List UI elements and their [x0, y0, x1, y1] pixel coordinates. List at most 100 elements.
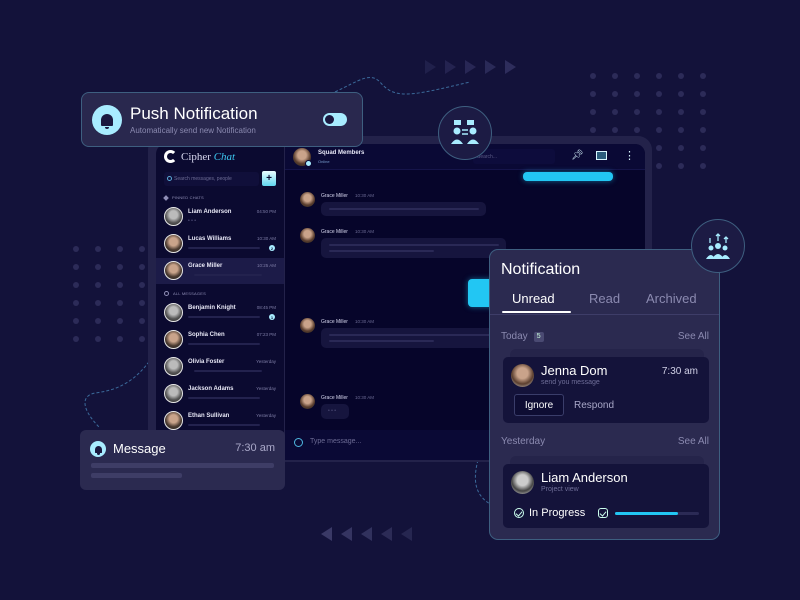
push-notification-toggle[interactable] — [323, 113, 347, 126]
sender-name: Grace Miller — [321, 229, 348, 235]
notification-time: 7:30 am — [661, 366, 698, 377]
pin-icon — [163, 194, 169, 201]
team-exchange-icon — [438, 106, 492, 160]
contact-time: 04:50 PM — [256, 209, 276, 214]
message-toast: Message 7:30 am — [80, 430, 285, 490]
avatar — [300, 228, 315, 243]
contact-item[interactable]: Benjamin Knight 08:45 PM 1 — [156, 300, 284, 326]
contact-time: 08:45 PM — [256, 305, 276, 310]
toast-preview-bar — [91, 463, 274, 468]
contact-time: Yesterday — [256, 413, 276, 418]
tab-archived[interactable]: Archived — [646, 291, 697, 306]
contact-time: 10:30 AM — [256, 236, 276, 241]
progress-fill — [615, 512, 678, 515]
avatar — [164, 357, 183, 376]
notification-text: Project view — [541, 486, 579, 493]
image-icon[interactable] — [596, 151, 607, 160]
checkbox-icon — [598, 508, 608, 518]
push-subtitle: Automatically send new Notification — [130, 126, 256, 135]
status-label: In Progress — [529, 507, 586, 519]
contact-name: Sophia Chen — [188, 332, 225, 338]
contact-item[interactable]: Liam Anderson 04:50 PM • • • — [156, 204, 284, 230]
bell-icon — [92, 105, 122, 135]
divider — [490, 314, 719, 315]
see-all-today-link[interactable]: See All — [678, 331, 709, 342]
unread-badge: 2 — [269, 245, 275, 251]
avatar — [300, 318, 315, 333]
sender-name: Grace Miller — [321, 193, 348, 199]
message-preview-bar — [188, 424, 260, 426]
contact-name: Grace Miller — [188, 263, 223, 269]
message-time: 10:30 AM — [355, 229, 375, 234]
message-preview-bar — [194, 370, 262, 372]
message-time: 10:30 AM — [355, 395, 375, 400]
avatar — [300, 192, 315, 207]
brand-accent: Chat — [213, 150, 236, 163]
message-preview-bar — [188, 316, 260, 318]
pinned-chats-label: PINNED CHATS — [163, 194, 204, 201]
sidebar-search-input[interactable]: Search messages, people — [164, 172, 259, 186]
contact-item[interactable]: Olivia Foster Yesterday — [156, 354, 284, 380]
contact-item[interactable]: Lucas Williams 10:30 AM 2 — [156, 231, 284, 257]
see-all-yesterday-link[interactable]: See All — [678, 436, 709, 447]
incoming-message: Grace Miller 10:30 AM — [300, 192, 500, 222]
avatar — [164, 303, 183, 322]
avatar — [164, 411, 183, 430]
message-time: 10:30 AM — [355, 319, 375, 324]
message-preview-bar — [188, 397, 260, 399]
search-icon — [167, 176, 172, 181]
brand-primary: Cipher — [181, 150, 211, 163]
push-notification-card: Push Notification Automatically send new… — [81, 92, 363, 147]
contact-name: Lucas Williams — [188, 236, 232, 242]
toast-time: 7:30 am — [235, 442, 275, 454]
contact-time: Yesterday — [256, 386, 276, 391]
incoming-message-typing: Grace Miller 10:30 AM • • • — [300, 394, 450, 424]
chat-search-input[interactable]: Search... — [473, 149, 555, 164]
outgoing-message-bubble — [523, 172, 613, 181]
notification-card: Jenna Dom send you message 7:30 am Ignor… — [503, 357, 709, 423]
contact-time: 07:23 PM — [256, 332, 276, 337]
toast-preview-bar — [91, 473, 182, 478]
panel-title: Notification — [501, 261, 581, 278]
tab-unread[interactable]: Unread — [512, 291, 555, 306]
progress-bar — [615, 512, 699, 515]
avatar — [164, 384, 183, 403]
contact-name: Jackson Adams — [188, 386, 234, 392]
check-circle-icon — [514, 508, 524, 518]
notification-text: send you message — [541, 379, 600, 386]
respond-button[interactable]: Respond — [574, 394, 614, 416]
notification-panel: Notification Unread Read Archived Today 5… — [489, 249, 720, 540]
contact-item[interactable]: Jackson Adams Yesterday — [156, 381, 284, 407]
messages-icon — [164, 291, 169, 296]
contact-item[interactable]: Sophia Chen 07:23 PM — [156, 327, 284, 353]
sender-name: Grace Miller — [321, 319, 348, 325]
group-avatar — [293, 148, 312, 167]
contact-name: Benjamin Knight — [188, 305, 236, 311]
ignore-button[interactable]: Ignore — [514, 394, 564, 416]
yesterday-section-label: Yesterday — [501, 436, 546, 447]
contact-item-active[interactable]: Grace Miller 10:25 AM — [156, 258, 284, 284]
sender-name: Grace Miller — [321, 395, 348, 401]
contact-time: 10:25 AM — [256, 263, 276, 268]
avatar — [300, 394, 315, 409]
all-messages-label: ALL MESSAGES — [164, 291, 206, 296]
avatar — [511, 364, 534, 387]
contact-name: Liam Anderson — [188, 209, 232, 215]
more-vertical-icon[interactable]: ⋮ — [624, 151, 635, 162]
pin-icon[interactable]: 📌︎ — [571, 151, 584, 161]
today-count-badge: 5 — [533, 332, 544, 342]
message-input-placeholder: Type message... — [310, 438, 362, 445]
notification-card: Liam Anderson Project view In Progress — [503, 464, 709, 528]
unread-badge: 1 — [269, 314, 275, 320]
contact-time: Yesterday — [256, 359, 276, 364]
team-growth-icon — [691, 219, 745, 273]
tab-read[interactable]: Read — [589, 291, 620, 306]
new-chat-button[interactable]: + — [262, 171, 276, 186]
avatar — [164, 207, 183, 226]
emoji-icon[interactable] — [294, 438, 303, 447]
chat-title: Squad Members — [318, 150, 365, 156]
contact-name: Ethan Sullivan — [188, 413, 230, 419]
push-title: Push Notification — [130, 104, 258, 123]
message-preview-bar — [188, 247, 260, 249]
logo-icon — [164, 150, 177, 163]
